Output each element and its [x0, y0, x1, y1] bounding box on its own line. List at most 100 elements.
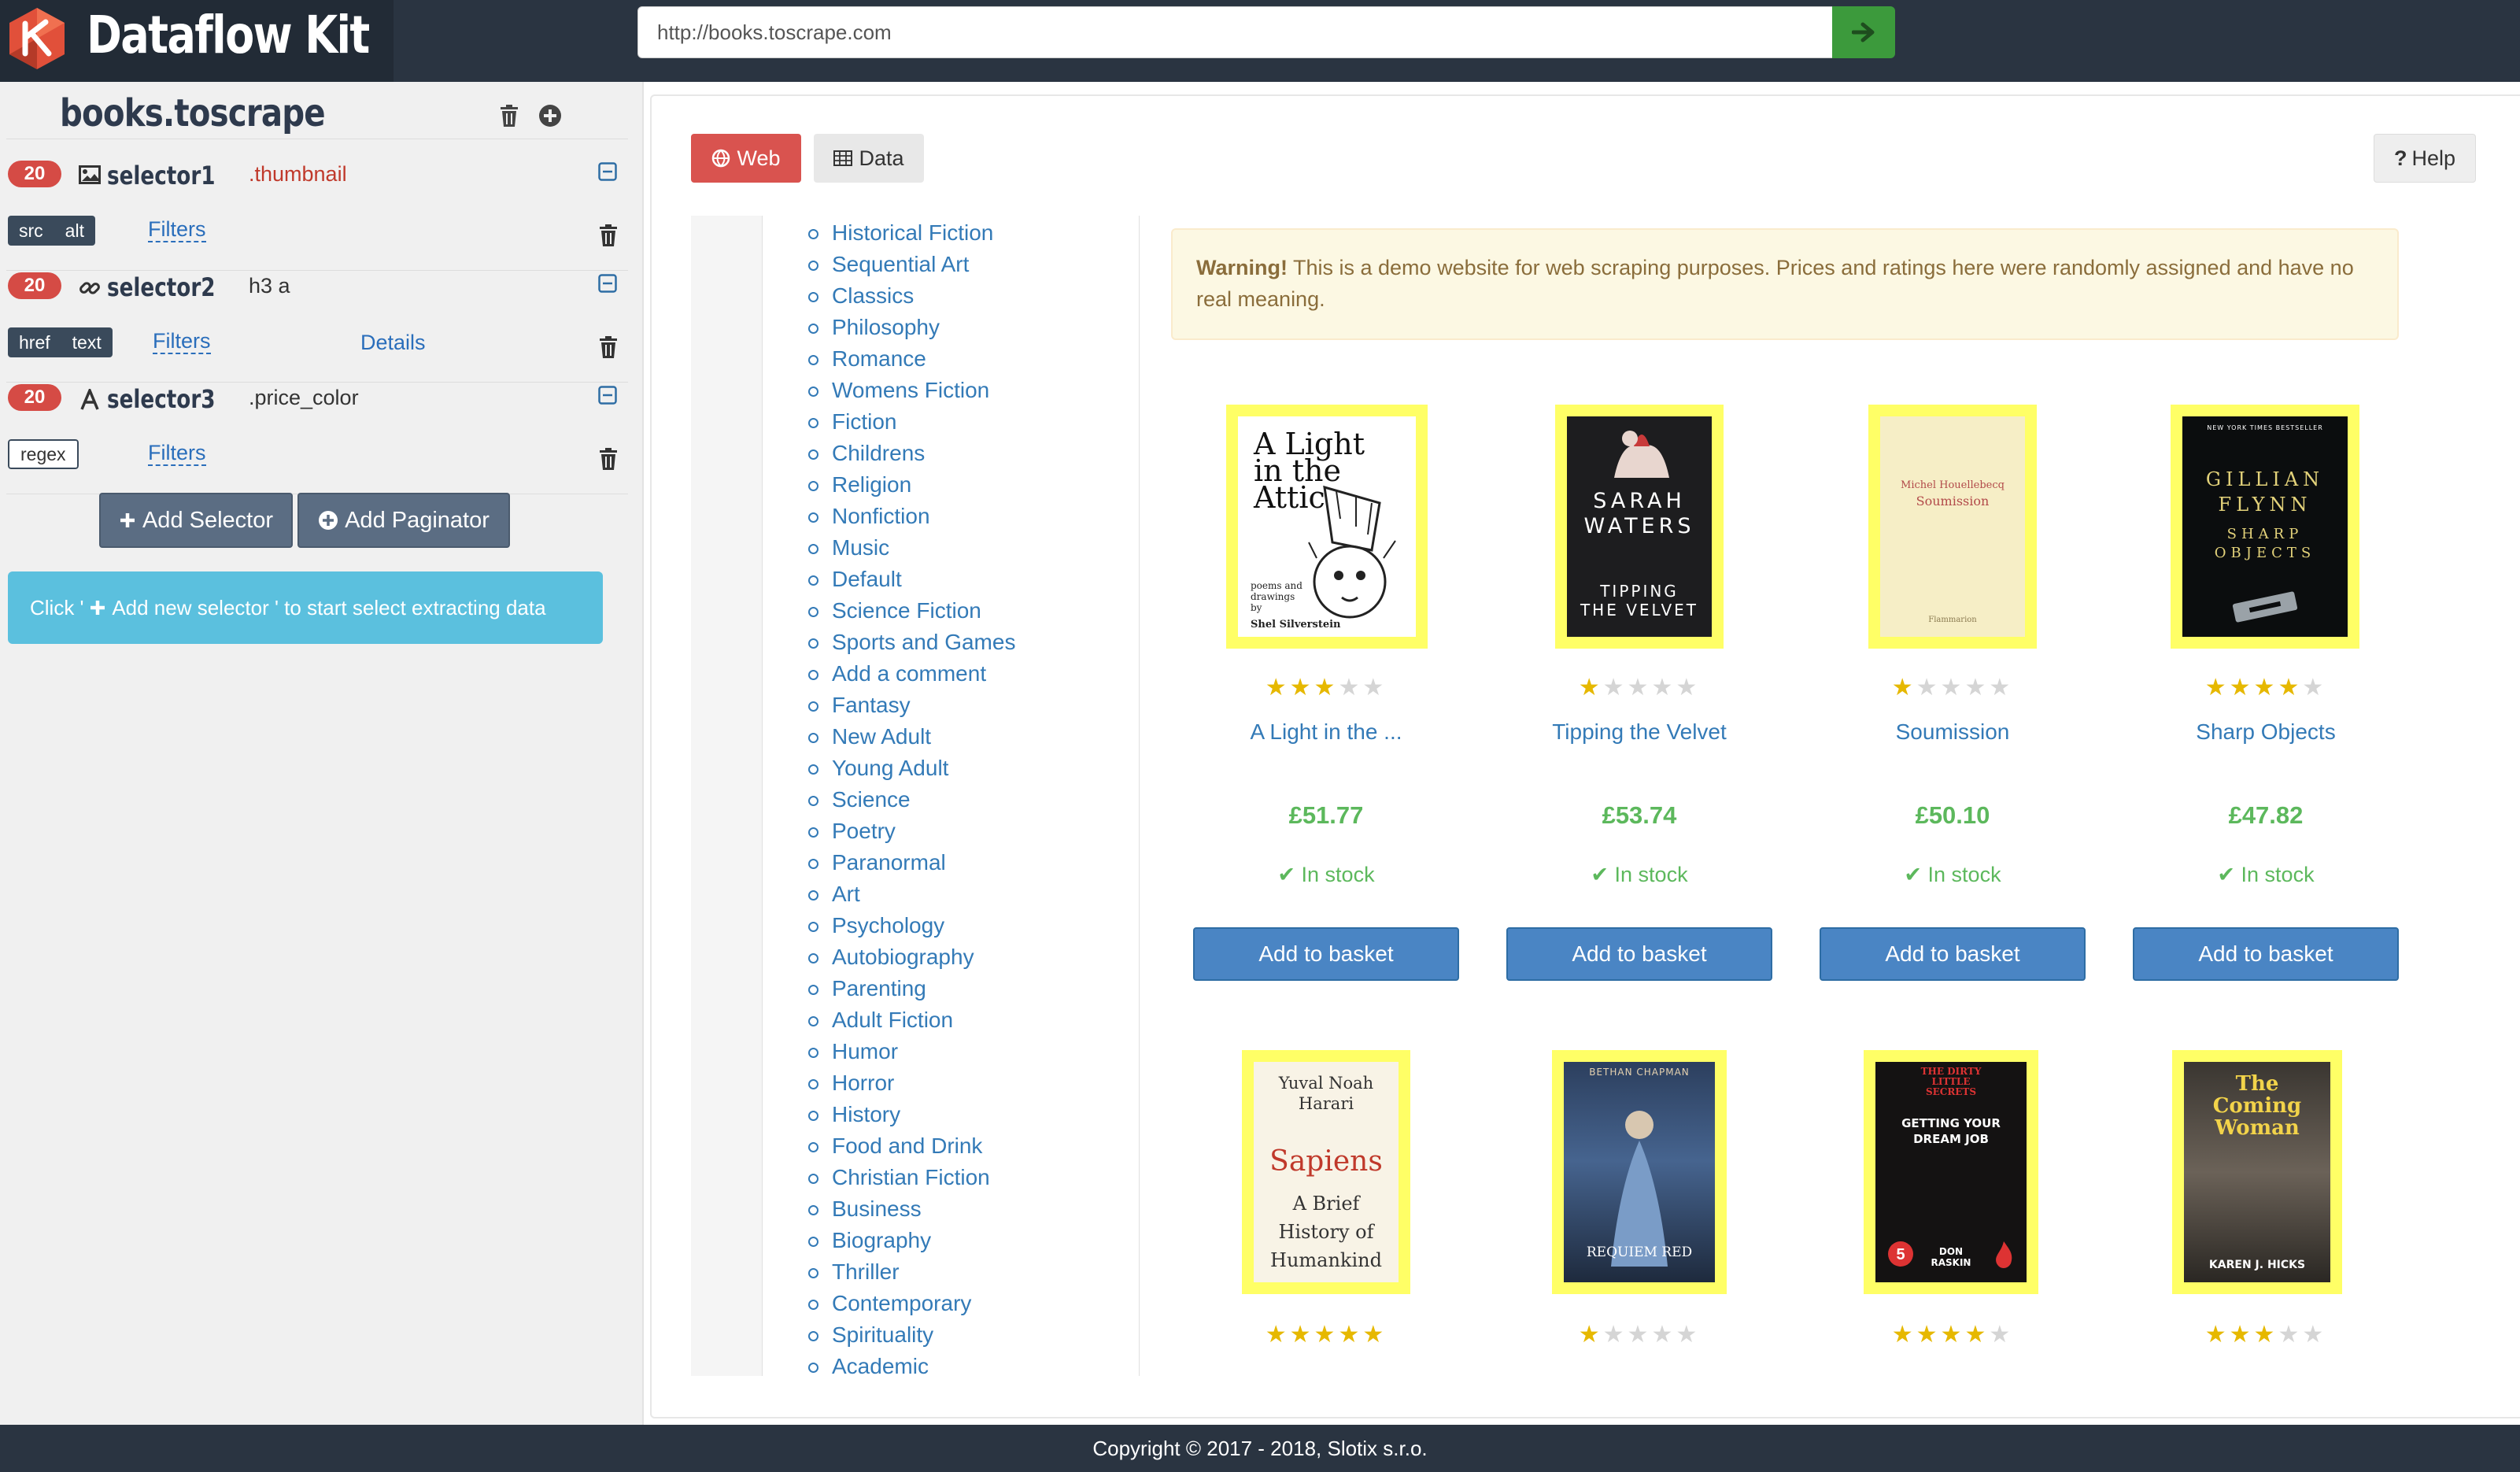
help-button[interactable]: ? Help [2374, 134, 2476, 183]
star-filled-icon: ★ [1289, 1322, 1314, 1348]
plus-circle-icon[interactable] [538, 104, 562, 128]
category-link[interactable]: Fiction [763, 406, 1139, 438]
category-link[interactable]: Womens Fiction [763, 375, 1139, 406]
star-empty-icon: ★ [1627, 1322, 1652, 1348]
star-filled-icon: ★ [1578, 1322, 1603, 1348]
add-to-basket-button[interactable]: Add to basket [2133, 927, 2399, 981]
add-to-basket-button[interactable]: Add to basket [1193, 927, 1459, 981]
category-link[interactable]: Music [763, 532, 1139, 564]
book-title[interactable]: Soumission [1820, 719, 2086, 745]
cover-text: Humankind [1270, 1249, 1382, 1271]
book-cover[interactable]: BETHAN CHAPMAN REQUIEM RED [1552, 1050, 1727, 1294]
info-text-end: Add new selector ' to start select extra… [107, 595, 546, 619]
book-cover[interactable]: A Light in the Attic poems and drawings … [1226, 405, 1428, 649]
category-link[interactable]: Paranormal [763, 847, 1139, 878]
category-link[interactable]: Autobiography [763, 941, 1139, 973]
add-paginator-label: Add Paginator [345, 507, 490, 533]
category-link[interactable]: Science Fiction [763, 595, 1139, 627]
book-cover[interactable]: NEW YORK TIMES BESTSELLER GILLIAN FLYNN … [2171, 405, 2359, 649]
cover-text: Harari [1298, 1094, 1354, 1113]
check-icon: ✔ [1277, 863, 1302, 886]
collapse-icon[interactable] [598, 386, 617, 405]
cover-text: Shel Silverstein [1251, 619, 1341, 631]
add-to-basket-button[interactable]: Add to basket [1820, 927, 2086, 981]
category-link[interactable]: Science [763, 784, 1139, 816]
category-link[interactable]: Classics [763, 280, 1139, 312]
category-link[interactable]: Academic [763, 1351, 1139, 1376]
book-cover[interactable]: Michel Houellebecq Soumission Flammarion [1868, 405, 2037, 649]
tag-regex[interactable]: regex [8, 439, 79, 469]
attribute-tags: href text [8, 327, 113, 357]
tab-web-label: Web [737, 146, 781, 170]
star-rating: ★★★★★ [1193, 1321, 1459, 1348]
category-link[interactable]: Sequential Art [763, 249, 1139, 280]
trash-icon[interactable] [598, 447, 619, 471]
book-cover[interactable]: THE DIRTY LITTLE SECRETS GETTING YOUR DR… [1864, 1050, 2038, 1294]
book-cover[interactable]: The Coming Woman KAREN J. HICKS [2172, 1050, 2342, 1294]
category-link[interactable]: Humor [763, 1036, 1139, 1067]
filters-link[interactable]: Filters [153, 329, 211, 354]
selector-css[interactable]: .price_color [249, 386, 359, 410]
tag-src[interactable]: src [8, 216, 54, 246]
category-link[interactable]: Psychology [763, 910, 1139, 941]
category-link[interactable]: Default [763, 564, 1139, 595]
cover-text: Sapiens [1269, 1145, 1383, 1178]
category-link[interactable]: Contemporary [763, 1288, 1139, 1319]
add-paginator-button[interactable]: Add Paginator [297, 493, 510, 548]
book-title[interactable]: Sharp Objects [2133, 719, 2399, 745]
selector-name[interactable]: selector3 [107, 384, 216, 414]
category-link[interactable]: Horror [763, 1067, 1139, 1099]
category-link[interactable]: Sports and Games [763, 627, 1139, 658]
category-link[interactable]: History [763, 1099, 1139, 1130]
category-link[interactable]: Nonfiction [763, 501, 1139, 532]
category-link[interactable]: Adult Fiction [763, 1004, 1139, 1036]
category-link[interactable]: Poetry [763, 816, 1139, 847]
tag-href[interactable]: href [8, 327, 61, 357]
cover-text: BETHAN CHAPMAN [1589, 1067, 1690, 1078]
category-link[interactable]: Historical Fiction [763, 217, 1139, 249]
category-link[interactable]: Romance [763, 343, 1139, 375]
go-button[interactable] [1832, 6, 1895, 58]
filters-link[interactable]: Filters [148, 217, 206, 242]
details-link[interactable]: Details [360, 331, 426, 355]
tab-web[interactable]: Web [691, 134, 801, 183]
category-link[interactable]: Spirituality [763, 1319, 1139, 1351]
category-link[interactable]: Childrens [763, 438, 1139, 469]
category-link[interactable]: New Adult [763, 721, 1139, 753]
selector-name[interactable]: selector1 [107, 161, 216, 190]
book-title[interactable]: A Light in the ... [1193, 719, 1459, 745]
url-input[interactable] [637, 6, 1834, 58]
book-cover[interactable]: SARAH WATERS TIPPING THE VELVET [1555, 405, 1724, 649]
book-title[interactable]: Tipping the Velvet [1506, 719, 1772, 745]
category-link[interactable]: Art [763, 878, 1139, 910]
category-link[interactable]: Business [763, 1193, 1139, 1225]
category-link[interactable]: Thriller [763, 1256, 1139, 1288]
tag-alt[interactable]: alt [54, 216, 95, 246]
category-link[interactable]: Fantasy [763, 690, 1139, 721]
trash-icon[interactable] [499, 104, 519, 128]
selector-css[interactable]: h3 a [249, 274, 290, 298]
selector-css[interactable]: .thumbnail [249, 162, 347, 187]
add-to-basket-button[interactable]: Add to basket [1506, 927, 1772, 981]
category-link[interactable]: Philosophy [763, 312, 1139, 343]
star-empty-icon: ★ [1338, 675, 1363, 701]
trash-icon[interactable] [598, 224, 619, 247]
book-cover[interactable]: Yuval Noah Harari Sapiens A Brief Histor… [1242, 1050, 1410, 1294]
tab-data[interactable]: Data [814, 134, 924, 183]
collapse-icon[interactable] [598, 162, 617, 181]
category-link[interactable]: Add a comment [763, 658, 1139, 690]
selector-name[interactable]: selector2 [107, 272, 216, 302]
category-link[interactable]: Christian Fiction [763, 1162, 1139, 1193]
filters-link[interactable]: Filters [148, 441, 206, 466]
category-link[interactable]: Food and Drink [763, 1130, 1139, 1162]
add-selector-button[interactable]: Add Selector [99, 493, 293, 548]
cover-tipping-velvet: SARAH WATERS TIPPING THE VELVET [1567, 416, 1712, 637]
tag-text[interactable]: text [61, 327, 113, 357]
category-link[interactable]: Religion [763, 469, 1139, 501]
category-link[interactable]: Parenting [763, 973, 1139, 1004]
category-link[interactable]: Biography [763, 1225, 1139, 1256]
trash-icon[interactable] [598, 335, 619, 359]
selectors-panel: books.toscrape 20 selector1 .thumbnail s… [0, 82, 644, 1425]
category-link[interactable]: Young Adult [763, 753, 1139, 784]
collapse-icon[interactable] [598, 274, 617, 293]
